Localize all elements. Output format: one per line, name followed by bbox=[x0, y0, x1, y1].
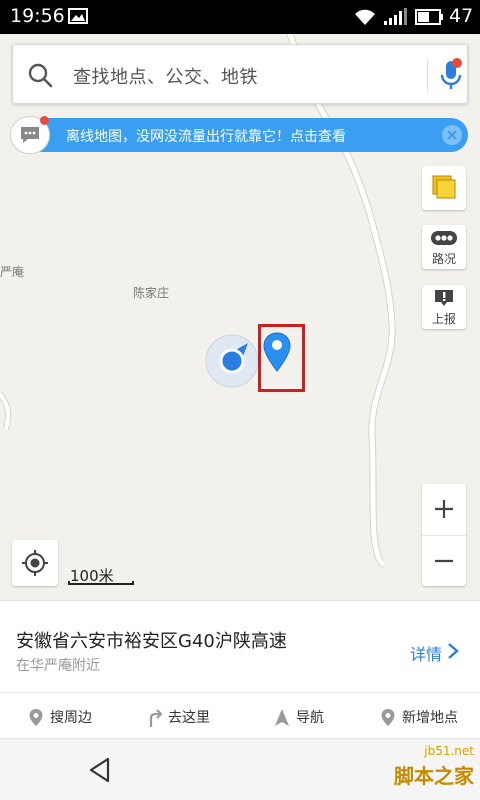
place-title: 安徽省六安市裕安区G40沪陕高速 bbox=[16, 631, 287, 652]
scale-bar bbox=[68, 581, 134, 585]
search-icon bbox=[28, 63, 53, 88]
route-turn-icon bbox=[149, 709, 162, 727]
search-nearby-label: 搜周边 bbox=[50, 710, 92, 726]
layers-button[interactable] bbox=[422, 166, 466, 210]
zoom-controls bbox=[422, 484, 466, 586]
status-time: 19:56 bbox=[10, 5, 65, 27]
crosshair-icon bbox=[22, 550, 48, 576]
minus-icon bbox=[435, 559, 453, 563]
navigation-arrow-icon bbox=[275, 709, 289, 726]
highlight-box bbox=[258, 324, 305, 392]
report-label: 上报 bbox=[431, 312, 456, 326]
signal-icon bbox=[384, 8, 407, 25]
search-bar[interactable]: 查找地点、公交、地铁 bbox=[12, 44, 468, 104]
zoom-out-button[interactable] bbox=[422, 535, 466, 586]
wifi-icon bbox=[355, 9, 375, 25]
microphone-icon[interactable] bbox=[433, 55, 469, 95]
zoom-in-button[interactable] bbox=[422, 484, 466, 535]
chevron-right-icon[interactable] bbox=[447, 642, 459, 660]
traffic-label: 路况 bbox=[431, 252, 456, 266]
map-label-chenjiazhuang: 陈家庄 bbox=[133, 286, 170, 300]
add-place-label: 新增地点 bbox=[402, 710, 458, 726]
traffic-icon bbox=[431, 231, 457, 245]
plus-icon bbox=[435, 500, 453, 518]
status-bar: 19:56 47 bbox=[0, 0, 480, 34]
report-button[interactable]: 上报 bbox=[422, 285, 466, 329]
offline-map-banner[interactable]: 离线地图，没网没流量出行就靠它！点击查看 bbox=[10, 116, 468, 154]
battery-icon bbox=[415, 9, 443, 25]
mic-notification-dot bbox=[452, 58, 462, 68]
watermark-brand: 脚本之家 bbox=[394, 764, 474, 788]
place-subtitle: 在华严庵附近 bbox=[16, 658, 100, 674]
details-link[interactable]: 详情 bbox=[410, 641, 442, 665]
map-label-yanan: 严庵 bbox=[0, 265, 25, 279]
panel-divider bbox=[0, 692, 480, 693]
location-pin-icon bbox=[29, 709, 43, 726]
layers-icon bbox=[432, 175, 456, 199]
watermark-site: jb51.net bbox=[424, 744, 474, 758]
navigate-label: 导航 bbox=[296, 710, 324, 726]
locate-me-button[interactable] bbox=[12, 540, 58, 586]
image-notification-icon bbox=[68, 8, 88, 24]
banner-text[interactable]: 离线地图，没网没流量出行就靠它！点击查看 bbox=[66, 126, 346, 146]
report-icon bbox=[435, 290, 453, 306]
place-info-panel[interactable]: 安徽省六安市裕安区G40沪陕高速 在华严庵附近 详情 搜周边 去这里 导航 新增… bbox=[0, 600, 480, 738]
search-placeholder[interactable]: 查找地点、公交、地铁 bbox=[73, 63, 258, 89]
traffic-button[interactable]: 路况 bbox=[422, 225, 466, 269]
go-here-label: 去这里 bbox=[168, 710, 210, 726]
message-notification-dot bbox=[40, 116, 49, 125]
current-location-icon bbox=[205, 334, 259, 388]
watermark: jb51.net 脚本之家 bbox=[340, 744, 480, 800]
close-icon bbox=[447, 130, 457, 140]
search-divider bbox=[427, 59, 428, 91]
back-icon[interactable] bbox=[86, 756, 114, 784]
add-location-icon bbox=[381, 709, 395, 726]
banner-close-button[interactable] bbox=[442, 125, 462, 145]
battery-percent: 47 bbox=[449, 5, 474, 27]
